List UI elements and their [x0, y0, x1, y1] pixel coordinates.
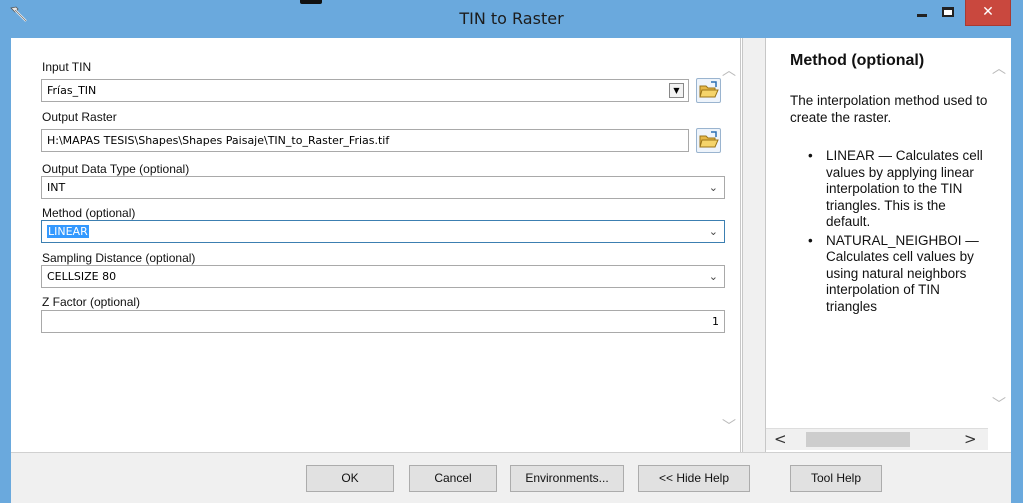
- output-raster-field[interactable]: H:\MAPAS TESIS\Shapes\Shapes Paisaje\TIN…: [41, 129, 689, 152]
- window-frame-left: [0, 38, 11, 503]
- help-horizontal-scrollbar[interactable]: < >: [766, 428, 988, 450]
- method-label: Method (optional): [42, 206, 136, 220]
- output-data-type-label: Output Data Type (optional): [42, 162, 190, 176]
- folder-open-icon: [699, 81, 719, 98]
- scroll-left-icon[interactable]: <: [774, 430, 787, 448]
- chevron-down-icon: ⌄: [708, 225, 718, 238]
- input-tin-label: Input TIN: [42, 60, 92, 74]
- help-option-linear: • LINEAR — Calculates cell values by appl…: [808, 148, 990, 231]
- scroll-up-icon[interactable]: ︿: [718, 60, 740, 80]
- sampling-distance-select[interactable]: CELLSIZE 80 ⌄: [41, 265, 725, 288]
- window-title: TIN to Raster: [459, 9, 564, 28]
- help-description: The interpolation method used to create …: [790, 93, 988, 125]
- minimize-button[interactable]: [909, 0, 935, 26]
- panel-splitter[interactable]: [742, 38, 765, 452]
- scroll-down-icon[interactable]: ﹀: [718, 416, 740, 436]
- window-frame-right: [1011, 38, 1023, 503]
- input-tin-value: Frías_TIN: [47, 84, 97, 97]
- scroll-down-icon[interactable]: ﹀: [988, 394, 1010, 414]
- z-factor-label: Z Factor (optional): [42, 295, 141, 309]
- sampling-distance-label: Sampling Distance (optional): [42, 251, 196, 265]
- z-factor-input[interactable]: 1: [41, 310, 725, 333]
- output-data-type-value: INT: [47, 181, 66, 194]
- tool-help-button[interactable]: Tool Help: [790, 465, 882, 492]
- parameters-scrollbar[interactable]: ︿ ﹀: [718, 38, 740, 452]
- bullet-icon: •: [808, 148, 813, 163]
- maximize-icon: [942, 7, 954, 17]
- output-data-type-select[interactable]: INT ⌄: [41, 176, 725, 199]
- help-option-text: NATURAL_NEIGHBOI —Calculates cell values…: [826, 232, 979, 314]
- help-title: Method (optional): [790, 52, 925, 69]
- title-bar[interactable]: TIN to Raster ✕: [0, 0, 1023, 38]
- minimize-icon: [917, 14, 927, 17]
- title-bar-artifact: [300, 0, 322, 4]
- output-raster-value: H:\MAPAS TESIS\Shapes\Shapes Paisaje\TIN…: [47, 134, 390, 147]
- chevron-down-icon: ⌄: [708, 181, 718, 194]
- help-option-natural-neighbor: • NATURAL_NEIGHBOI —Calculates cell value…: [808, 233, 990, 316]
- help-vertical-scrollbar[interactable]: ︿ ﹀: [988, 38, 1012, 428]
- method-value: LINEAR: [47, 225, 89, 238]
- maximize-button[interactable]: [935, 0, 961, 26]
- scroll-thumb[interactable]: [806, 432, 910, 447]
- parameters-panel: Input TIN Frías_TIN ▼ Output Raster H:\M…: [11, 38, 741, 452]
- ok-button[interactable]: OK: [306, 465, 394, 492]
- help-content: Method (optional) The interpolation meth…: [790, 52, 990, 317]
- method-select[interactable]: LINEAR ⌄: [41, 220, 725, 243]
- hide-help-button[interactable]: << Hide Help: [638, 465, 750, 492]
- output-raster-label: Output Raster: [42, 110, 117, 124]
- close-icon: ✕: [982, 4, 994, 20]
- environments-button[interactable]: Environments...: [510, 465, 624, 492]
- help-option-list: • LINEAR — Calculates cell values by appl…: [808, 148, 990, 315]
- chevron-down-icon: ⌄: [708, 270, 718, 283]
- input-tin-field[interactable]: Frías_TIN ▼: [41, 79, 689, 102]
- scroll-right-icon[interactable]: >: [964, 430, 977, 448]
- sampling-distance-value: CELLSIZE 80: [47, 270, 117, 283]
- chevron-down-icon[interactable]: ▼: [669, 83, 684, 98]
- help-panel: Method (optional) The interpolation meth…: [765, 38, 1011, 452]
- scroll-up-icon[interactable]: ︿: [988, 58, 1010, 78]
- bullet-icon: •: [808, 232, 813, 248]
- close-button[interactable]: ✕: [965, 0, 1011, 26]
- help-option-text: LINEAR — Calculates cell values by apply…: [826, 148, 983, 229]
- folder-open-icon: [699, 131, 719, 148]
- cancel-button[interactable]: Cancel: [409, 465, 497, 492]
